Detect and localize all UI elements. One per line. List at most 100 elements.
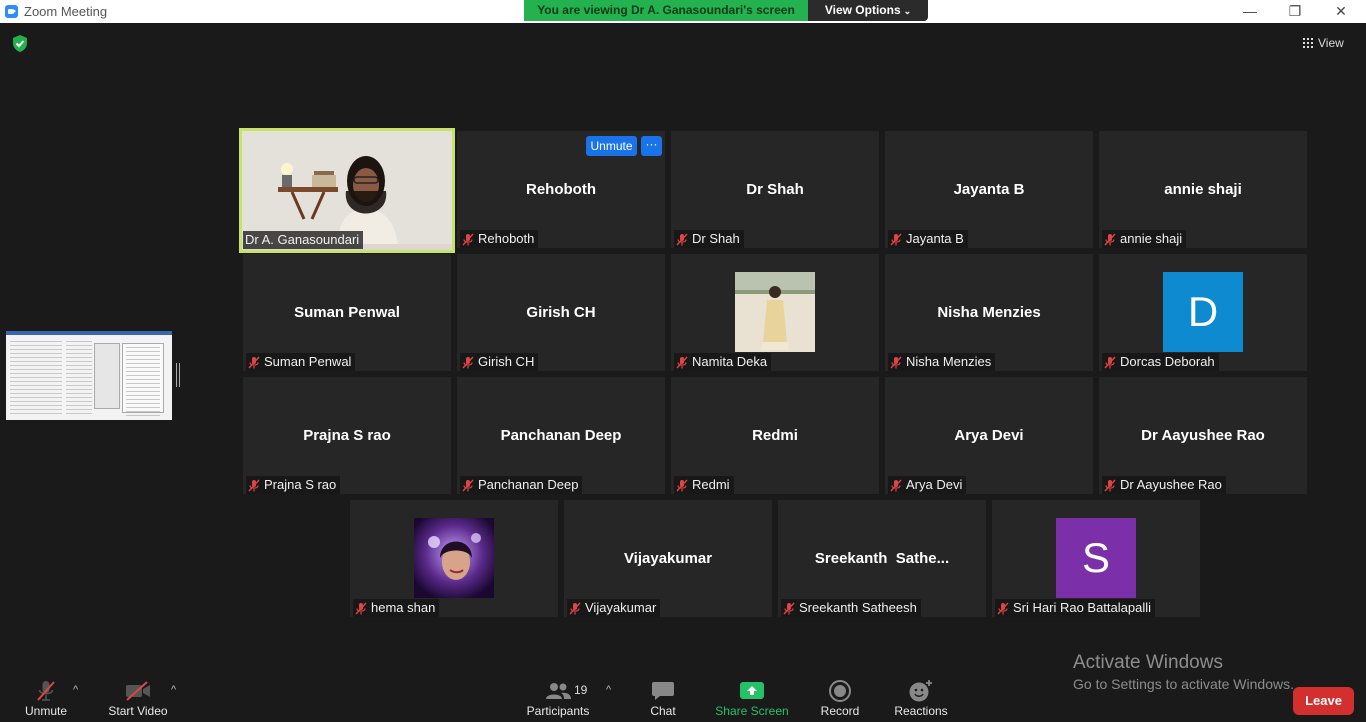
- muted-mic-icon: [676, 356, 688, 368]
- restore-button[interactable]: ❐: [1283, 2, 1307, 20]
- participant-name-label: Dr Aayushee Rao: [1102, 476, 1226, 494]
- chat-button[interactable]: Chat: [643, 678, 683, 718]
- ask-to-unmute-button[interactable]: Unmute: [586, 136, 637, 156]
- participant-display-name: Dr Aayushee Rao: [1141, 427, 1265, 444]
- participant-tile[interactable]: Arya Devi Arya Devi: [885, 377, 1093, 494]
- muted-mic-icon: [1104, 356, 1116, 368]
- participant-name: Namita Deka: [692, 354, 768, 369]
- view-options-label: View Options: [824, 3, 901, 17]
- audio-options-caret-icon[interactable]: ^: [73, 684, 78, 696]
- muted-mic-icon: [890, 356, 902, 368]
- participant-name-label: Prajna S rao: [246, 476, 341, 494]
- resize-handle[interactable]: [176, 363, 180, 387]
- participant-tile[interactable]: Panchanan Deep Panchanan Deep: [457, 377, 665, 494]
- record-button[interactable]: Record: [816, 678, 864, 718]
- participant-tile[interactable]: Sreekanth Sathe... Sreekanth Satheesh: [778, 500, 986, 617]
- participant-tile[interactable]: Dr A. Ganasoundari: [239, 128, 455, 253]
- participant-tile[interactable]: Suman Penwal Suman Penwal: [243, 254, 451, 371]
- muted-mic-icon: [997, 602, 1009, 614]
- participant-name: hema shan: [371, 600, 436, 615]
- participant-display-name: Dr Shah: [746, 181, 804, 198]
- view-button[interactable]: View: [1303, 33, 1344, 53]
- participant-tile[interactable]: Girish CH Girish CH: [457, 254, 665, 371]
- participant-tile[interactable]: Redmi Redmi: [671, 377, 879, 494]
- view-label: View: [1318, 36, 1344, 50]
- participant-display-name: Girish CH: [526, 304, 596, 321]
- participant-name-label: Sri Hari Rao Battalapalli: [995, 599, 1156, 617]
- view-options-button[interactable]: View Options ⌄: [808, 0, 928, 21]
- shared-screen-thumbnail[interactable]: [6, 331, 172, 420]
- avatar: S: [1056, 518, 1136, 598]
- participant-tile[interactable]: Vijayakumar Vijayakumar: [564, 500, 772, 617]
- participant-display-name: Prajna S rao: [303, 427, 391, 444]
- participant-name: Dr A. Ganasoundari: [245, 232, 360, 247]
- participant-name: Redmi: [692, 477, 730, 492]
- participant-name: Jayanta B: [906, 231, 964, 246]
- participant-tile[interactable]: D Dorcas Deborah: [1099, 254, 1307, 371]
- participant-name-label: Vijayakumar: [567, 599, 661, 617]
- record-label: Record: [820, 704, 860, 718]
- participant-name: Rehoboth: [478, 231, 535, 246]
- participant-name-label: Arya Devi: [888, 476, 967, 494]
- participant-tile[interactable]: hema shan: [350, 500, 558, 617]
- participants-count: 19: [574, 683, 588, 697]
- participant-tile[interactable]: Prajna S rao Prajna S rao: [243, 377, 451, 494]
- participant-tile[interactable]: Dr Shah Dr Shah: [671, 131, 879, 248]
- participant-display-name: Arya Devi: [954, 427, 1024, 444]
- activate-windows-watermark: Activate Windows Go to Settings to activ…: [1073, 652, 1294, 692]
- start-video-button[interactable]: Start Video: [106, 678, 170, 718]
- participant-tile[interactable]: Namita Deka: [671, 254, 879, 371]
- participant-name: Dorcas Deborah: [1120, 354, 1215, 369]
- participant-name-label: Dr A. Ganasoundari: [243, 231, 364, 249]
- leave-meeting-button[interactable]: Leave: [1293, 687, 1354, 715]
- window-title: Zoom Meeting: [24, 4, 108, 19]
- muted-mic-icon: [890, 479, 902, 491]
- grid-icon: [1303, 38, 1313, 48]
- unmute-button[interactable]: Unmute: [20, 678, 72, 718]
- participant-name: Prajna S rao: [264, 477, 337, 492]
- participant-name: Girish CH: [478, 354, 535, 369]
- activate-windows-title: Activate Windows: [1073, 652, 1223, 673]
- participant-name: Suman Penwal: [264, 354, 352, 369]
- participant-display-name: Rehoboth: [526, 181, 596, 198]
- participants-options-caret-icon[interactable]: ^: [606, 684, 611, 696]
- participant-name-label: hema shan: [353, 599, 440, 617]
- participant-name: Sri Hari Rao Battalapalli: [1013, 600, 1152, 615]
- muted-mic-icon: [248, 479, 260, 491]
- record-icon: [829, 680, 851, 702]
- participant-tile[interactable]: annie shaji annie shaji: [1099, 131, 1307, 248]
- muted-mic-icon: [783, 602, 795, 614]
- muted-mic-icon: [355, 602, 367, 614]
- share-screen-button[interactable]: Share Screen: [714, 678, 790, 718]
- video-off-icon: [126, 681, 150, 701]
- muted-mic-icon: [890, 233, 902, 245]
- participant-tile[interactable]: Dr Aayushee Rao Dr Aayushee Rao: [1099, 377, 1307, 494]
- participant-name-label: annie shaji: [1102, 230, 1187, 248]
- reactions-label: Reactions: [894, 704, 948, 718]
- muted-mic-icon: [1104, 479, 1116, 491]
- participant-display-name: Panchanan Deep: [500, 427, 622, 444]
- profile-photo-portrait: [414, 518, 494, 598]
- reactions-button[interactable]: Reactions: [892, 678, 950, 718]
- chat-label: Chat: [650, 704, 676, 718]
- minimize-button[interactable]: —: [1238, 2, 1262, 20]
- muted-mic-icon: [676, 479, 688, 491]
- start-video-label: Start Video: [108, 704, 168, 718]
- close-button[interactable]: ✕: [1329, 2, 1353, 20]
- more-options-button[interactable]: ···: [641, 136, 662, 156]
- participant-tile[interactable]: Jayanta B Jayanta B: [885, 131, 1093, 248]
- zoom-meeting-window: Zoom Meeting — ❐ ✕ You are viewing Dr A.…: [0, 0, 1366, 722]
- participant-display-name: Redmi: [752, 427, 798, 444]
- participant-name-label: Suman Penwal: [246, 353, 356, 371]
- participant-tile[interactable]: Nisha Menzies Nisha Menzies: [885, 254, 1093, 371]
- participant-name: Dr Aayushee Rao: [1120, 477, 1222, 492]
- chat-icon: [652, 682, 674, 700]
- muted-mic-icon: [1104, 233, 1116, 245]
- muted-mic-icon: [462, 356, 474, 368]
- video-options-caret-icon[interactable]: ^: [171, 684, 176, 696]
- share-screen-label: Share Screen: [715, 704, 789, 718]
- participant-tile[interactable]: S Sri Hari Rao Battalapalli: [992, 500, 1200, 617]
- participant-name: annie shaji: [1120, 231, 1183, 246]
- muted-mic-icon: [569, 602, 581, 614]
- security-shield-icon[interactable]: [12, 35, 28, 52]
